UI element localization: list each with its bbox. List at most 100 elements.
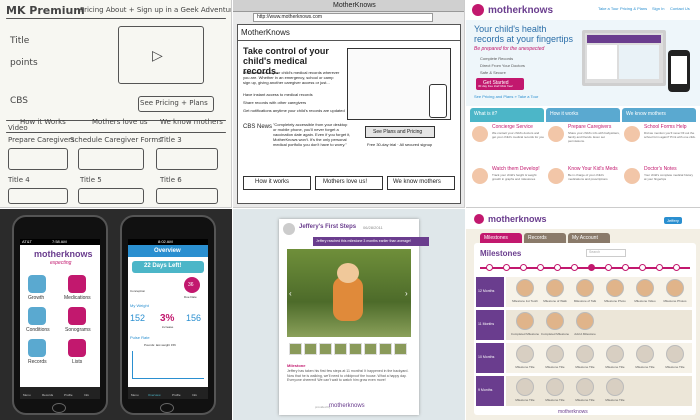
tl-tab-milestones[interactable]: Milestones <box>480 233 522 243</box>
growth-icon[interactable] <box>28 275 46 293</box>
feature-text: We contact your child's doctors and get … <box>492 131 544 139</box>
timeline-dot[interactable] <box>554 264 561 271</box>
tab-menu[interactable]: Menu <box>131 393 139 397</box>
lists-icon[interactable] <box>68 339 86 357</box>
tab-info[interactable]: Info <box>84 393 89 397</box>
tab-profile[interactable]: Profile <box>172 393 181 397</box>
site-tab-1[interactable]: What is it? <box>470 108 544 122</box>
thumbnail[interactable] <box>364 343 377 355</box>
milestone-label: Milestone Title <box>575 365 595 369</box>
timeline-dot[interactable] <box>486 264 493 271</box>
weight-start: 152 <box>130 313 146 323</box>
website-panel: motherknows Take a Tour Pricing & Plans … <box>466 0 700 208</box>
milestone-circle[interactable] <box>546 378 564 396</box>
carrier: AT&T <box>22 239 32 244</box>
records-icon[interactable] <box>28 339 46 357</box>
conditions-icon[interactable] <box>28 307 46 325</box>
site-nav-tour[interactable]: Take a Tour <box>598 6 619 11</box>
timeline-dot[interactable] <box>656 264 663 271</box>
thumbnail[interactable] <box>304 343 317 355</box>
site-cta-sub: 30 day free trial! Risk free! <box>478 84 514 88</box>
tl-logo: motherknows <box>488 214 547 224</box>
tab-menu[interactable]: Menu <box>23 393 31 397</box>
milestone-circle[interactable] <box>606 378 624 396</box>
site-nav-pricing[interactable]: Pricing & Plans <box>620 6 647 11</box>
tile-growth-label: Growth <box>28 295 45 301</box>
site-nav-contact[interactable]: Contact Us <box>670 6 690 11</box>
tab-profile[interactable]: Profile <box>64 393 73 397</box>
tl-tab-account[interactable]: My Account <box>568 233 610 243</box>
tab-info[interactable]: Info <box>192 393 197 397</box>
site-plans[interactable]: See Pricing and Plans » Take a Tour <box>474 94 538 99</box>
clock: 8:02 AM <box>158 239 173 244</box>
conception-label: Conception <box>130 289 146 293</box>
milestone-circle[interactable] <box>636 279 654 297</box>
user-badge[interactable]: Jeffery <box>664 217 682 224</box>
milestone-circle[interactable] <box>576 312 594 330</box>
wire-cta-label: See Plans and Pricing <box>373 129 423 135</box>
timeline-dot[interactable] <box>537 264 544 271</box>
timeline-dot[interactable] <box>639 264 646 271</box>
medications-icon[interactable] <box>68 275 86 293</box>
milestone-circle[interactable] <box>546 312 564 330</box>
thumbnail[interactable] <box>394 343 407 355</box>
milestone-circle[interactable] <box>576 378 594 396</box>
tab-overview[interactable]: Overview <box>148 393 161 397</box>
milestone-label: Milestone Title <box>545 398 565 402</box>
milestone-circle[interactable] <box>516 279 534 297</box>
tab-records[interactable]: Records <box>42 393 53 397</box>
tl-footer: motherknows <box>558 409 588 415</box>
milestone-circle[interactable] <box>666 345 684 363</box>
milestone-label: Milestone Title <box>665 365 685 369</box>
timeline-dot[interactable] <box>605 264 612 271</box>
feature-text: Your child's complete medical history at… <box>644 173 693 181</box>
site-check-3: Safe & Secure <box>480 70 506 75</box>
milestone-circle[interactable] <box>516 312 534 330</box>
milestone-circle[interactable] <box>666 279 684 297</box>
feature-text: Share your child's info with babysitters… <box>568 131 620 143</box>
thumbnail[interactable] <box>379 343 392 355</box>
prev-arrow-icon[interactable]: ‹ <box>289 289 292 298</box>
timeline-dot[interactable] <box>673 264 680 271</box>
milestone-label: Milestone Title <box>605 365 625 369</box>
home-button[interactable] <box>160 403 174 413</box>
milestone-circle[interactable] <box>576 345 594 363</box>
site-check-1: Complete Records <box>480 56 514 61</box>
sonograms-icon[interactable] <box>68 307 86 325</box>
milestone-circle[interactable] <box>546 345 564 363</box>
milestone-label: Milestone Title <box>575 398 595 402</box>
wire-phone <box>429 84 447 118</box>
timeline-dot[interactable] <box>588 264 595 271</box>
tl-tab-records[interactable]: Records <box>524 233 566 243</box>
site-check-2: Direct From Your Doctors <box>480 63 525 68</box>
app-logo: motherknows <box>34 249 93 259</box>
timeline-dot[interactable] <box>571 264 578 271</box>
milestone-circle[interactable] <box>606 279 624 297</box>
thumbnail[interactable] <box>334 343 347 355</box>
feature-title: Prepare Caregivers <box>568 124 612 130</box>
row-label: 9 Months <box>478 388 493 392</box>
search-input[interactable]: Search <box>586 249 626 257</box>
timeline-dot[interactable] <box>520 264 527 271</box>
milestone-circle[interactable] <box>546 279 564 297</box>
milestone-circle[interactable] <box>576 279 594 297</box>
milestone-circle[interactable] <box>606 345 624 363</box>
timeline-dot[interactable] <box>503 264 510 271</box>
next-arrow-icon[interactable]: › <box>405 289 408 298</box>
sketch-t4: Title 4 <box>8 176 30 184</box>
tile-sonograms-label: Sonograms <box>65 327 91 333</box>
wire-cbs: CBS News <box>243 124 273 130</box>
thumbnail[interactable] <box>319 343 332 355</box>
blog-panel: Jeffery's First Steps 06/28/2011 Jeffery… <box>233 209 465 420</box>
site-tab-2[interactable]: How it works <box>546 108 620 122</box>
thumbnail[interactable] <box>289 343 302 355</box>
play-icon: ▷ <box>152 48 163 64</box>
home-button[interactable] <box>52 403 66 413</box>
timeline-dot[interactable] <box>622 264 629 271</box>
thumbnail[interactable] <box>349 343 362 355</box>
milestone-circle[interactable] <box>516 378 534 396</box>
site-nav-signin[interactable]: Sign In <box>652 6 664 11</box>
site-tab-3[interactable]: We know mothers <box>622 108 696 122</box>
milestone-circle[interactable] <box>516 345 534 363</box>
milestone-circle[interactable] <box>636 345 654 363</box>
